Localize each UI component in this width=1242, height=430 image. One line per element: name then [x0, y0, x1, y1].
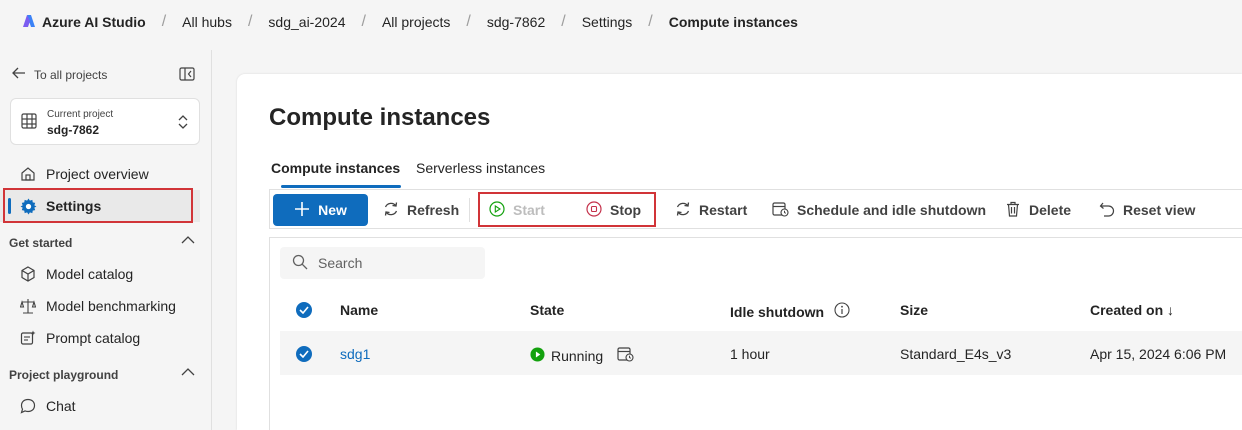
schedule-idle-shutdown-button[interactable]: Schedule and idle shutdown [772, 194, 986, 226]
top-bar: Azure AI Studio / All hubs / sdg_ai-2024 /… [0, 0, 1242, 44]
delete-button[interactable]: Delete [1005, 194, 1071, 226]
column-header-created-on[interactable]: Created on ↓ [1090, 302, 1174, 318]
select-all-checkbox[interactable] [296, 302, 312, 318]
active-tab-indicator [281, 185, 401, 188]
instance-name-link[interactable]: sdg1 [340, 346, 370, 362]
breadcrumb-all-hubs[interactable]: / All hubs [146, 13, 232, 31]
instance-created-on: Apr 15, 2024 6:06 PM [1090, 346, 1227, 362]
column-header-size[interactable]: Size [900, 302, 928, 318]
main-panel: Compute instances Compute instances Serv… [237, 74, 1242, 430]
plus-icon [294, 201, 310, 220]
collapse-sidebar-icon[interactable] [179, 67, 195, 86]
cube-icon [18, 266, 38, 282]
new-button[interactable]: New [273, 194, 368, 226]
breadcrumb-settings[interactable]: / Settings [545, 13, 632, 31]
calendar-clock-icon[interactable] [617, 346, 634, 365]
toolbar-divider [469, 198, 470, 222]
section-project-playground[interactable]: Project playground [9, 368, 199, 382]
refresh-icon [383, 201, 399, 220]
sidebar-item-project-overview[interactable]: Project overview [0, 158, 200, 190]
instance-idle-shutdown: 1 hour [730, 346, 770, 362]
toolbar: New Refresh Start Stop Restart Schedule … [269, 189, 1242, 229]
home-icon [18, 166, 38, 182]
chevron-up-icon [181, 366, 195, 380]
back-to-projects-link[interactable]: To all projects [12, 67, 107, 82]
row-checkbox[interactable] [296, 346, 312, 362]
breadcrumb-current: / Compute instances [648, 13, 798, 30]
prompt-icon [18, 330, 38, 346]
undo-icon [1099, 201, 1115, 220]
column-header-idle-shutdown[interactable]: Idle shutdown [730, 302, 850, 321]
settings-highlight-box [3, 188, 193, 223]
column-header-name[interactable]: Name [340, 302, 378, 318]
start-stop-highlight-box [478, 192, 656, 227]
running-icon [530, 346, 545, 365]
sidebar-item-chat[interactable]: Chat [0, 390, 200, 422]
calendar-clock-icon [772, 201, 789, 220]
restart-icon [675, 201, 691, 220]
column-header-state[interactable]: State [530, 302, 564, 318]
chevron-up-icon [181, 234, 195, 248]
search-box[interactable]: Search [280, 247, 485, 279]
search-icon [292, 254, 308, 273]
instances-list: Search Name State Idle shutdown Size Cre… [269, 237, 1242, 430]
tab-serverless-instances[interactable]: Serverless instances [416, 160, 545, 176]
check-circle-icon [296, 346, 312, 362]
instance-state: Running [530, 346, 634, 365]
current-project-label: Current project [47, 109, 114, 120]
trash-icon [1005, 201, 1021, 220]
sidebar-item-model-catalog[interactable]: Model catalog [0, 258, 200, 290]
reset-view-button[interactable]: Reset view [1099, 194, 1195, 226]
sidebar-item-model-benchmarking[interactable]: Model benchmarking [0, 290, 200, 322]
search-placeholder: Search [318, 255, 363, 271]
instance-size: Standard_E4s_v3 [900, 346, 1012, 362]
sidebar-item-prompt-catalog[interactable]: Prompt catalog [0, 322, 200, 354]
breadcrumb-project[interactable]: / sdg-7862 [450, 13, 545, 31]
arrow-left-icon [12, 67, 26, 82]
breadcrumb-all-projects[interactable]: / All projects [345, 13, 450, 31]
sidebar: To all projects Current project sdg-7862… [0, 50, 212, 430]
refresh-button[interactable]: Refresh [383, 194, 459, 226]
azure-ai-logo-icon [22, 14, 36, 31]
project-selector[interactable]: Current project sdg-7862 [10, 98, 200, 145]
chat-icon [18, 398, 38, 414]
current-project-name: sdg-7862 [47, 123, 100, 137]
check-circle-icon [296, 302, 312, 318]
chevron-up-down-icon [177, 114, 189, 135]
breadcrumb-hub[interactable]: / sdg_ai-2024 [232, 13, 346, 31]
section-get-started[interactable]: Get started [9, 236, 199, 250]
info-icon[interactable] [834, 302, 850, 321]
restart-button[interactable]: Restart [675, 194, 747, 226]
brand[interactable]: Azure AI Studio [22, 14, 146, 31]
tab-compute-instances[interactable]: Compute instances [271, 160, 400, 176]
app-name: Azure AI Studio [42, 14, 146, 30]
page-title: Compute instances [269, 104, 491, 131]
grid-icon [21, 113, 37, 134]
scale-icon [18, 298, 38, 314]
